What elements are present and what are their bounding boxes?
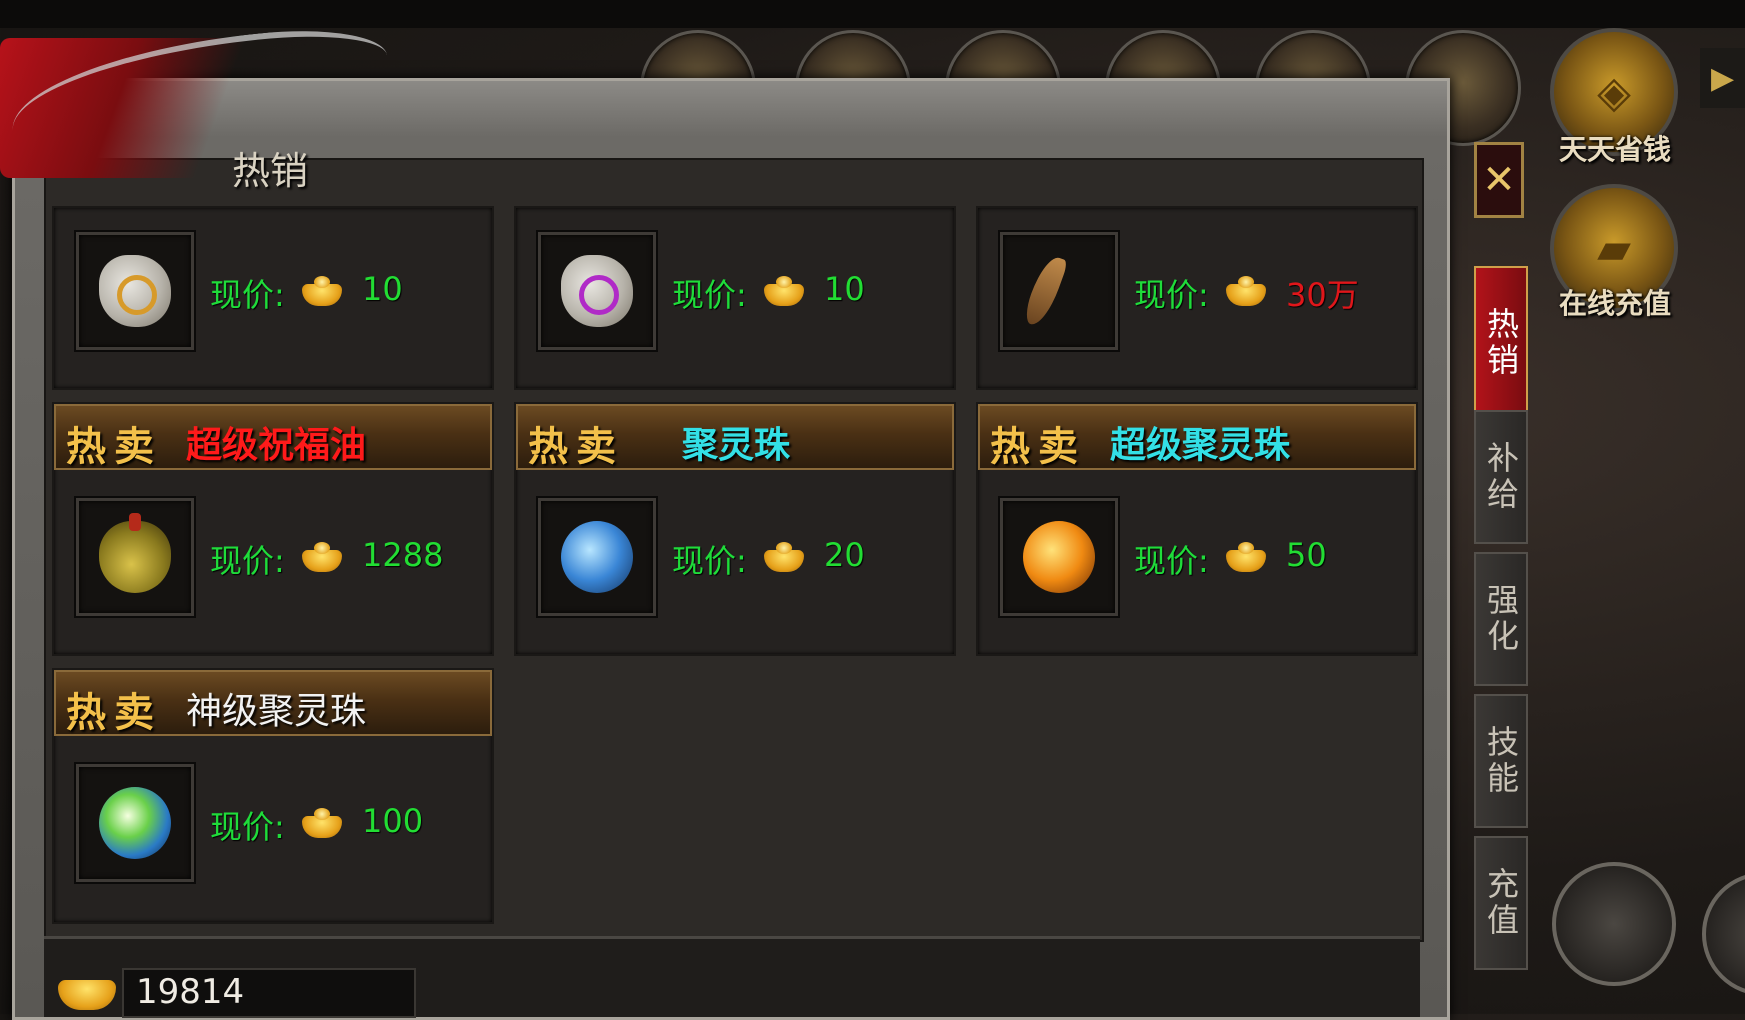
- price-label: 现价:: [672, 276, 747, 314]
- price-value: 30万: [1286, 276, 1359, 314]
- hot-sale-label: 热卖: [990, 423, 1086, 470]
- price-value: 50: [1286, 536, 1327, 574]
- close-button[interactable]: ✕: [1474, 142, 1524, 218]
- price-value: 10: [362, 270, 403, 308]
- item-name: 聚灵珠: [682, 425, 791, 466]
- item-slot[interactable]: [538, 232, 656, 350]
- hot-sale-banner: 热卖 超级聚灵珠: [978, 404, 1416, 470]
- skill-attack-button[interactable]: [1552, 862, 1676, 986]
- item-slot[interactable]: [76, 232, 194, 350]
- item-slot[interactable]: [1000, 498, 1118, 616]
- horn-icon: [1021, 253, 1069, 329]
- top-bar: [0, 0, 1745, 28]
- price-label: 现价:: [210, 542, 285, 580]
- hot-sale-banner: 热卖 超级祝福油: [54, 404, 492, 470]
- skill-button-2[interactable]: [1702, 872, 1745, 996]
- price-label: 现价:: [1134, 542, 1209, 580]
- tab-recharge[interactable]: 充值: [1474, 836, 1528, 970]
- gold-ingot-icon: [764, 542, 804, 572]
- orange-orb-icon: [1023, 521, 1095, 593]
- shop-item-card-4[interactable]: 热卖 超级祝福油 现价: 1288: [52, 402, 494, 656]
- blue-orb-icon: [561, 521, 633, 593]
- tab-supply[interactable]: 补给: [1474, 410, 1528, 544]
- tab-hot-sale[interactable]: 热销: [1474, 266, 1528, 420]
- price-label: 现价:: [210, 808, 285, 846]
- item-name: 神级聚灵珠: [186, 691, 367, 732]
- price-value: 20: [824, 536, 865, 574]
- daily-saving-label: 天天省钱: [1558, 133, 1671, 166]
- hot-sale-label: 热卖: [66, 423, 162, 470]
- shop-item-card-2[interactable]: 现价: 10: [514, 206, 956, 390]
- panel-title: 热销: [232, 149, 309, 193]
- coin-icon: ◈: [1597, 66, 1631, 118]
- scroll-purple-icon: [561, 255, 633, 327]
- shop-item-card-7[interactable]: 热卖 神级聚灵珠 现价: 100: [52, 668, 494, 924]
- item-slot[interactable]: [538, 498, 656, 616]
- gold-ingot-icon: [1226, 276, 1266, 306]
- item-name: 超级聚灵珠: [1110, 425, 1291, 466]
- gold-ingot-icon: [302, 276, 342, 306]
- shop-item-card-5[interactable]: 热卖 聚灵珠 现价: 20: [514, 402, 956, 656]
- scroll-gold-icon: [99, 255, 171, 327]
- price-value: 100: [362, 802, 424, 840]
- gold-ingot-icon: [302, 542, 342, 572]
- price-label: 现价:: [1134, 276, 1209, 314]
- item-slot[interactable]: [76, 764, 194, 882]
- item-name: 超级祝福油: [186, 425, 367, 466]
- gold-balance-value: 19814: [136, 972, 245, 1012]
- hot-sale-banner: 热卖 聚灵珠: [516, 404, 954, 470]
- price-label: 现价:: [210, 276, 285, 314]
- shop-item-card-6[interactable]: 热卖 超级聚灵珠 现价: 50: [976, 402, 1418, 656]
- hot-sale-banner: 热卖 神级聚灵珠: [54, 670, 492, 736]
- gold-ingot-icon: [764, 276, 804, 306]
- gold-bars-icon: ▰: [1597, 222, 1631, 274]
- price-label: 现价:: [672, 542, 747, 580]
- expand-arrow-icon[interactable]: ▶: [1700, 48, 1745, 108]
- shop-item-card-1[interactable]: 现价: 10: [52, 206, 494, 390]
- shop-item-card-3[interactable]: 现价: 30万: [976, 206, 1418, 390]
- price-value: 1288: [362, 536, 444, 574]
- oil-bottle-icon: [99, 513, 171, 593]
- online-recharge-label: 在线充值: [1558, 287, 1671, 320]
- tab-skill[interactable]: 技能: [1474, 694, 1528, 828]
- gold-ingot-icon: [1226, 542, 1266, 572]
- item-slot[interactable]: [76, 498, 194, 616]
- tab-enhance[interactable]: 强化: [1474, 552, 1528, 686]
- hot-sale-label: 热卖: [66, 689, 162, 736]
- item-slot[interactable]: [1000, 232, 1118, 350]
- price-value: 10: [824, 270, 865, 308]
- gold-ingot-icon: [302, 808, 342, 838]
- hot-sale-label: 热卖: [528, 423, 624, 470]
- rainbow-orb-icon: [99, 787, 171, 859]
- close-icon: ✕: [1482, 157, 1516, 203]
